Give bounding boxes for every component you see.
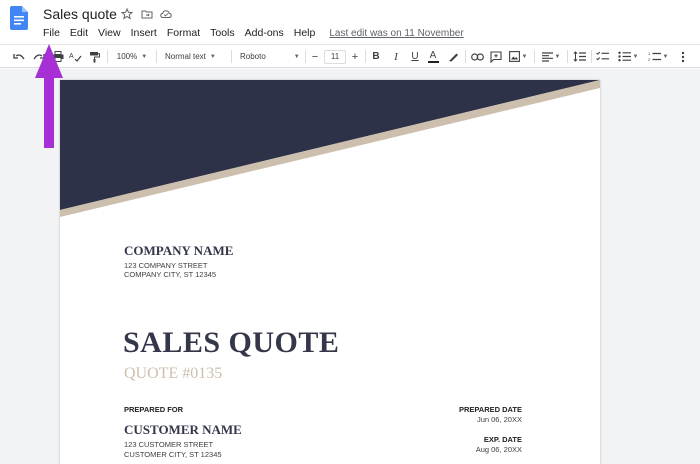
comment-icon: [490, 50, 502, 63]
menu-format[interactable]: Format: [167, 27, 200, 39]
zoom-select[interactable]: 100% ▼: [112, 49, 152, 64]
document-canvas[interactable]: COMPANY NAME 123 COMPANY STREET COMPANY …: [0, 69, 700, 464]
font-family-value: Roboto: [240, 52, 266, 61]
text-color-button[interactable]: A: [426, 49, 440, 64]
underline-button[interactable]: U: [409, 49, 421, 64]
menu-bar: File Edit View Insert Format Tools Add-o…: [43, 26, 464, 40]
chevron-down-icon: ▼: [662, 53, 669, 60]
numbered-list-icon: 12: [648, 51, 661, 62]
numbered-list-button[interactable]: 12 ▼: [645, 49, 671, 64]
undo-icon: [13, 53, 25, 59]
line-spacing-icon: [572, 51, 586, 62]
header-banner: [60, 80, 600, 217]
highlight-color-button[interactable]: [446, 49, 460, 64]
align-button[interactable]: ▼: [539, 49, 563, 64]
paint-format-button[interactable]: [87, 49, 101, 64]
svg-text:2: 2: [648, 57, 651, 62]
increase-font-size-button[interactable]: +: [349, 49, 361, 64]
customer-city[interactable]: CUSTOMER CITY, ST 12345: [124, 450, 222, 459]
star-icon[interactable]: [121, 8, 133, 20]
customer-street[interactable]: 123 CUSTOMER STREET: [124, 440, 213, 449]
minus-icon: −: [311, 50, 319, 63]
menu-file[interactable]: File: [43, 27, 60, 39]
chevron-down-icon: ▼: [632, 53, 639, 60]
prepared-date-label[interactable]: PREPARED DATE: [459, 405, 522, 414]
font-family-select[interactable]: Roboto ▼: [236, 49, 302, 64]
text-color-icon: A: [429, 49, 437, 61]
formatting-toolbar: A 100% ▼ Normal text ▼ Roboto ▼ − 11 + B…: [0, 44, 700, 68]
document-title[interactable]: Sales quote: [43, 6, 117, 22]
insert-link-button[interactable]: [470, 49, 484, 64]
chevron-down-icon: ▼: [209, 53, 216, 60]
cloud-saved-icon[interactable]: [160, 8, 172, 20]
google-docs-icon[interactable]: [10, 6, 28, 30]
plus-icon: +: [351, 50, 359, 63]
more-options-button[interactable]: [676, 49, 690, 64]
menu-add-ons[interactable]: Add-ons: [245, 27, 284, 39]
company-name[interactable]: COMPANY NAME: [124, 243, 233, 259]
bold-button[interactable]: B: [370, 49, 382, 64]
paragraph-style-select[interactable]: Normal text ▼: [161, 49, 225, 64]
menu-insert[interactable]: Insert: [131, 27, 157, 39]
chevron-down-icon: ▼: [521, 53, 528, 60]
chevron-down-icon: ▼: [554, 53, 561, 60]
menu-edit[interactable]: Edit: [70, 27, 88, 39]
bulleted-list-icon: [617, 51, 631, 62]
bold-icon: B: [372, 51, 380, 62]
more-vertical-icon: [681, 51, 685, 62]
italic-icon: I: [394, 50, 398, 63]
zoom-value: 100%: [116, 52, 138, 61]
spellcheck-icon: A: [69, 53, 81, 62]
insert-comment-button[interactable]: [489, 49, 503, 64]
decrease-font-size-button[interactable]: −: [309, 49, 321, 64]
insert-image-button[interactable]: ▼: [507, 49, 529, 64]
italic-button[interactable]: I: [390, 49, 402, 64]
last-edit-link[interactable]: Last edit was on 11 November: [329, 28, 463, 39]
font-size-value: 11: [324, 49, 346, 64]
quote-number[interactable]: QUOTE #0135: [124, 365, 222, 383]
menu-tools[interactable]: Tools: [210, 27, 235, 39]
chevron-down-icon: ▼: [293, 53, 300, 60]
bulleted-list-button[interactable]: ▼: [615, 49, 641, 64]
prepared-date-value[interactable]: Jun 06, 20XX: [477, 415, 522, 424]
checklist-button[interactable]: [595, 49, 609, 64]
checklist-icon: [595, 51, 609, 61]
svg-text:1: 1: [648, 51, 651, 56]
paragraph-style-value: Normal text: [165, 52, 206, 61]
menu-help[interactable]: Help: [294, 27, 316, 39]
company-city[interactable]: COMPANY CITY, ST 12345: [124, 270, 216, 279]
spellcheck-button[interactable]: A: [68, 49, 82, 64]
exp-date-label[interactable]: EXP. DATE: [484, 435, 522, 444]
annotation-arrow-icon: [35, 44, 63, 148]
link-icon: [470, 52, 484, 61]
paint-format-icon: [89, 51, 100, 62]
customer-name[interactable]: CUSTOMER NAME: [124, 422, 242, 438]
font-size-input[interactable]: 11: [323, 49, 347, 64]
highlighter-icon: [448, 53, 458, 62]
prepared-for-label[interactable]: PREPARED FOR: [124, 405, 183, 414]
chevron-down-icon: ▼: [141, 53, 148, 60]
align-left-icon: [541, 51, 553, 62]
image-icon: [508, 51, 520, 62]
company-street[interactable]: 123 COMPANY STREET: [124, 261, 208, 270]
sales-quote-heading[interactable]: SALES QUOTE: [123, 326, 339, 360]
move-folder-icon[interactable]: [141, 8, 153, 20]
docs-header: Sales quote File Edit View Insert Format…: [0, 0, 700, 44]
menu-view[interactable]: View: [98, 27, 121, 39]
line-spacing-button[interactable]: [572, 49, 586, 64]
document-page[interactable]: COMPANY NAME 123 COMPANY STREET COMPANY …: [60, 80, 600, 464]
underline-icon: U: [411, 51, 419, 62]
undo-button[interactable]: [12, 49, 26, 64]
exp-date-value[interactable]: Aug 06, 20XX: [476, 445, 522, 454]
